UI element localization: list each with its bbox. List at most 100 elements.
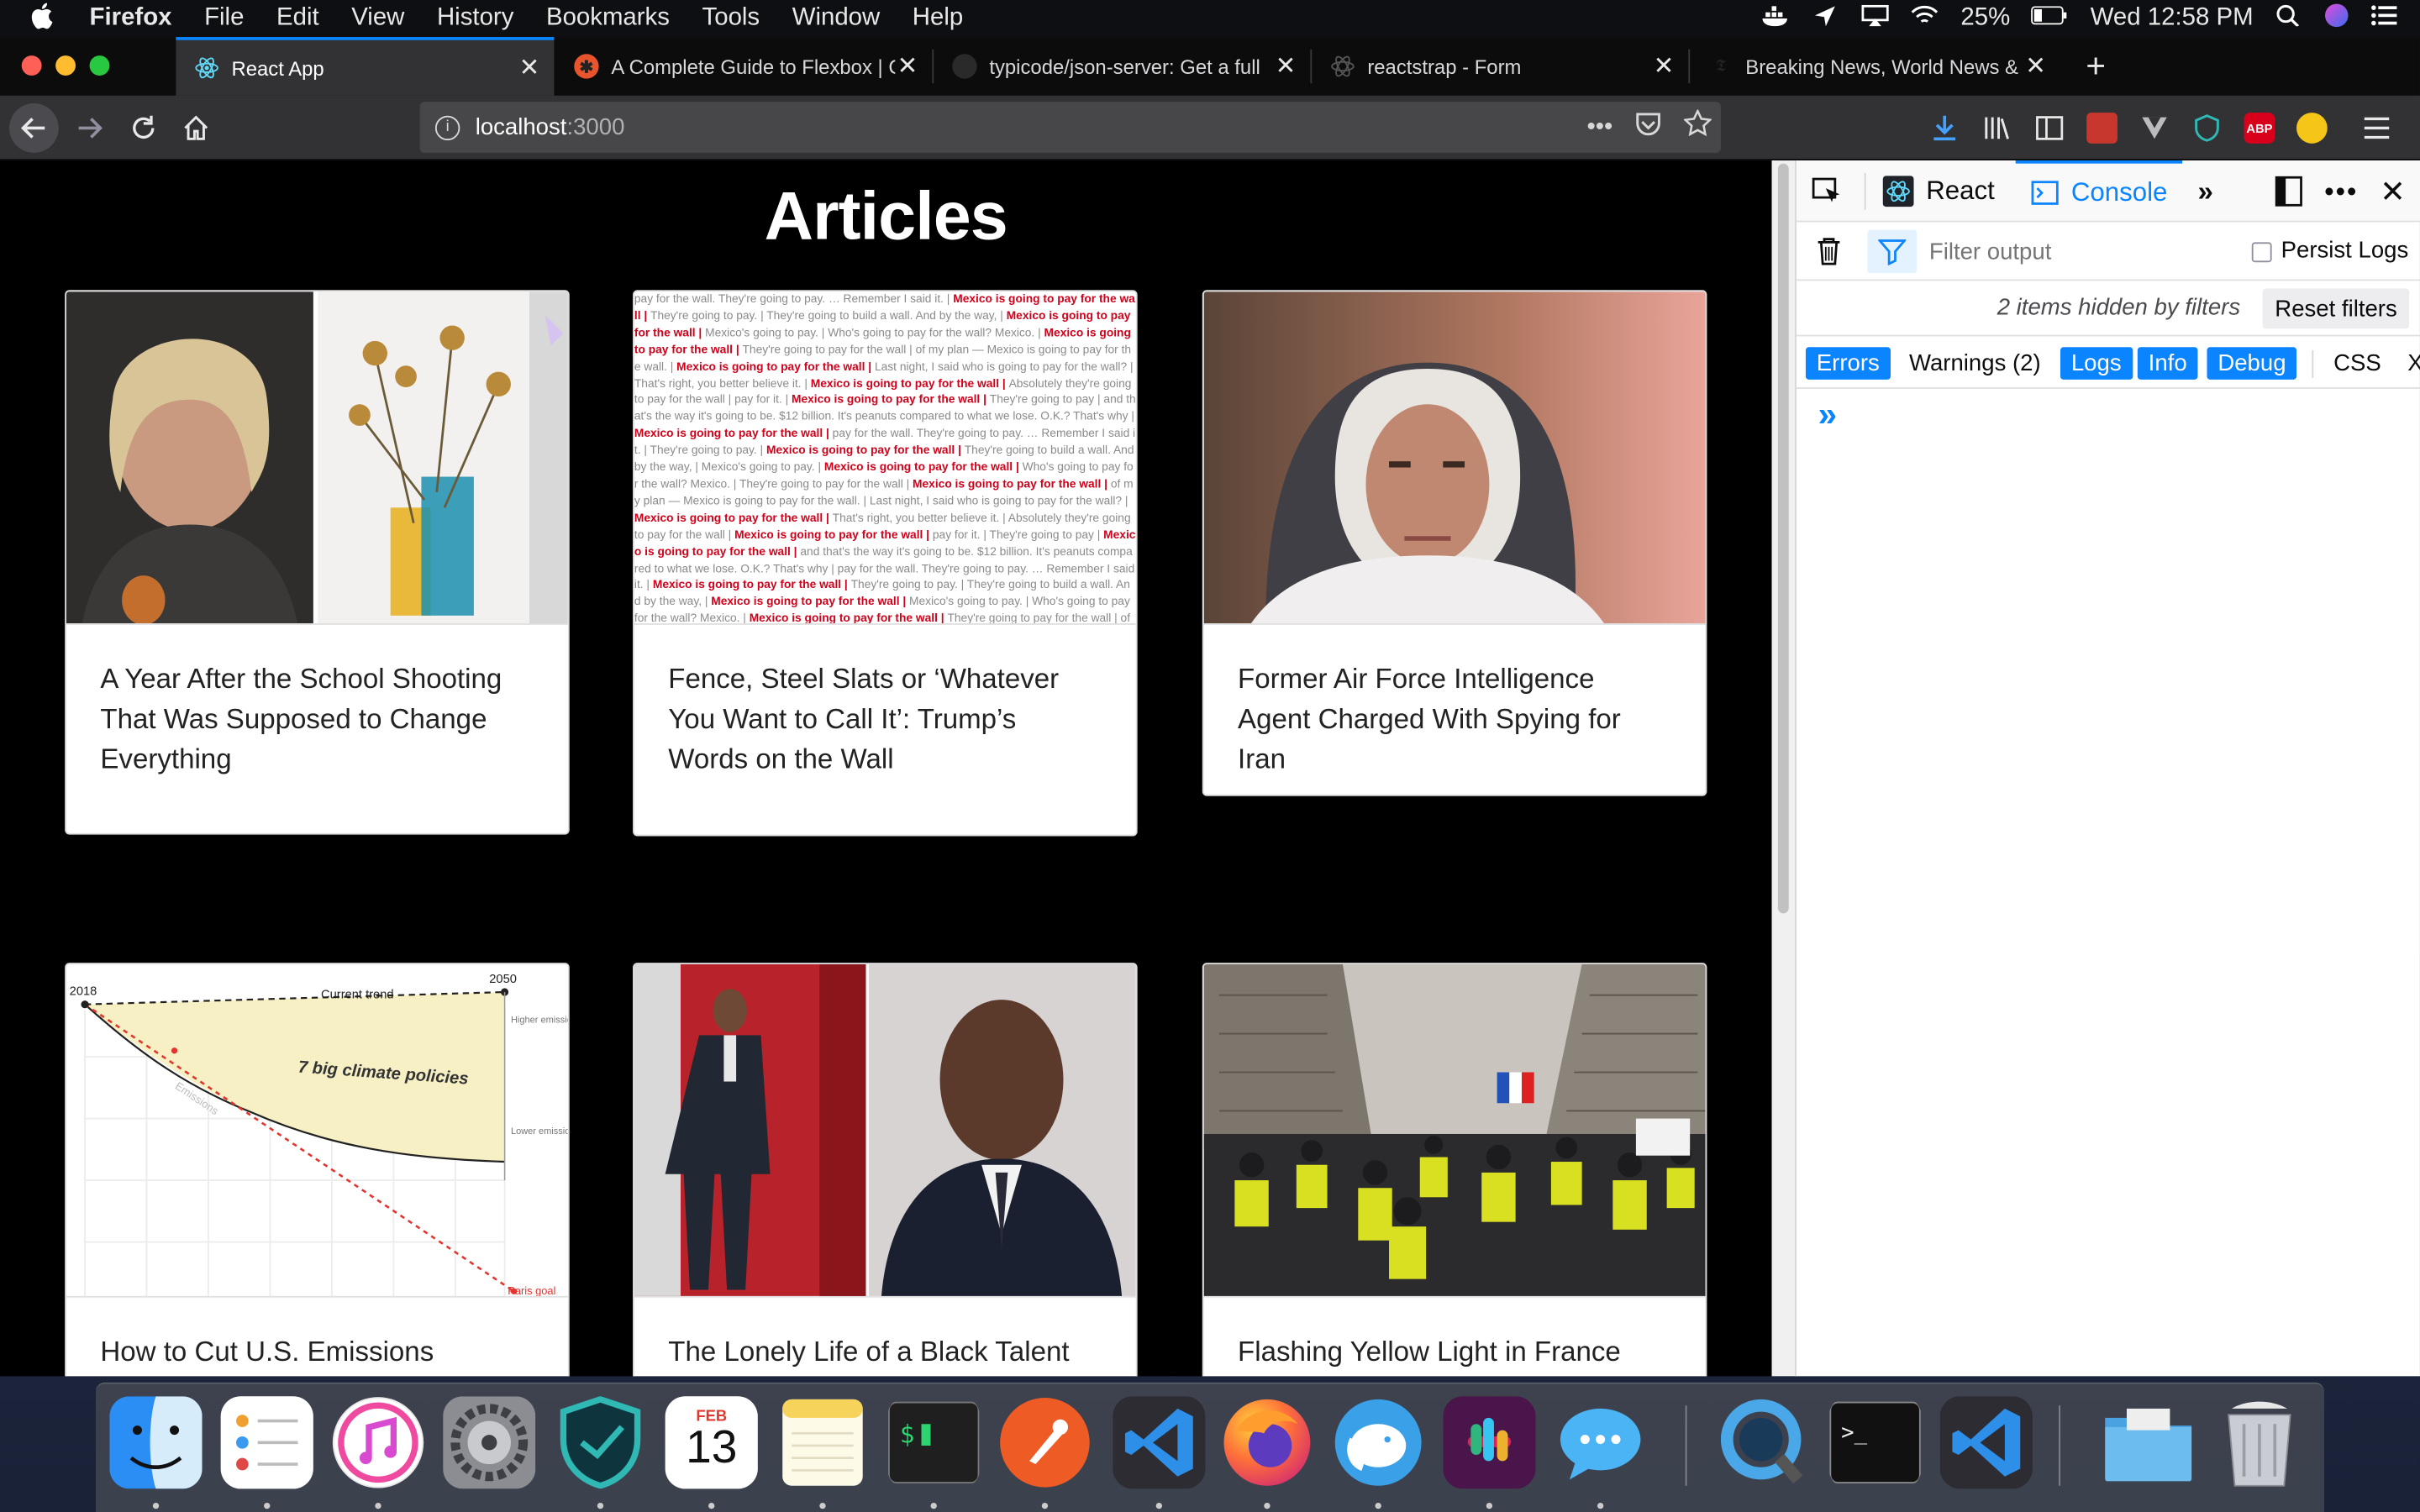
tab-reactstrap-form[interactable]: reactstrap - Form ✕	[1312, 37, 1688, 96]
tab-close-icon[interactable]: ✕	[2023, 51, 2048, 82]
wifi-icon[interactable]	[1912, 4, 1939, 34]
reload-button[interactable]	[118, 103, 168, 153]
clock[interactable]: Wed 12:58 PM	[2091, 5, 2254, 33]
slack-icon[interactable]	[1443, 1396, 1536, 1489]
menu-window[interactable]: Window	[792, 5, 881, 33]
siri-icon[interactable]	[2324, 3, 2349, 35]
dashlane-icon[interactable]	[554, 1396, 646, 1489]
finder-icon[interactable]	[109, 1396, 203, 1489]
clear-console-icon[interactable]	[1815, 236, 1843, 275]
article-title[interactable]: Former Air Force Intelligence Agent Char…	[1204, 659, 1706, 779]
menu-view[interactable]: View	[351, 5, 404, 33]
location-icon[interactable]	[1812, 4, 1840, 34]
article-card[interactable]: A Year After the School Shooting That Wa…	[65, 290, 570, 835]
tableplus-icon[interactable]	[1332, 1396, 1424, 1488]
tab-react-app[interactable]: React App ✕	[176, 37, 555, 96]
persist-logs-checkbox[interactable]	[2251, 242, 2272, 263]
article-card[interactable]: Former Air Force Intelligence Agent Char…	[1202, 290, 1707, 796]
vscode-icon[interactable]	[1113, 1396, 1206, 1489]
window-zoom-button[interactable]	[89, 55, 110, 76]
filter-logs-toggle[interactable]: Logs	[2060, 347, 2133, 380]
persist-logs-label[interactable]: Persist Logs	[2281, 238, 2409, 264]
extension-red-icon[interactable]	[2086, 113, 2118, 144]
filter-output-input[interactable]	[1928, 234, 2223, 269]
article-title[interactable]: How to Cut U.S. Emissions Faster?	[66, 1331, 568, 1376]
home-button[interactable]	[171, 103, 221, 153]
article-title[interactable]: A Year After the School Shooting That Wa…	[66, 659, 568, 779]
itunes-icon[interactable]	[332, 1396, 424, 1488]
window-minimize-button[interactable]	[55, 55, 76, 76]
reset-filters-button[interactable]: Reset filters	[2262, 288, 2410, 329]
docker-icon[interactable]	[1763, 4, 1791, 34]
firefox-icon[interactable]	[1221, 1396, 1313, 1488]
extension-yellow-icon[interactable]	[2296, 113, 2328, 144]
tab-console[interactable]: Console	[2015, 160, 2183, 222]
article-card[interactable]: The Lonely Life of a Black Talent	[633, 963, 1138, 1377]
system-preferences-icon[interactable]	[443, 1396, 536, 1489]
back-button[interactable]	[9, 103, 59, 153]
terminal-icon[interactable]: >_	[1828, 1396, 1921, 1488]
article-card[interactable]: 2018 2050 Current trend 7 big climate po…	[65, 963, 570, 1377]
quicktime-icon[interactable]	[1718, 1396, 1810, 1488]
adblock-plus-icon[interactable]: ABP	[2244, 113, 2275, 144]
page-scrollbar-thumb[interactable]	[1777, 163, 1789, 914]
downloads-icon[interactable]	[1929, 113, 1960, 144]
notification-center-icon[interactable]	[2370, 4, 2398, 34]
menu-app-name[interactable]: Firefox	[90, 5, 172, 33]
postman-icon[interactable]	[998, 1396, 1091, 1488]
article-title[interactable]: Fence, Steel Slats or ‘Whatever You Want…	[634, 659, 1136, 779]
library-icon[interactable]	[1981, 113, 2012, 144]
menu-edit[interactable]: Edit	[276, 5, 319, 33]
article-title[interactable]: The Lonely Life of a Black Talent	[634, 1331, 1136, 1372]
filter-debug-toggle[interactable]: Debug	[2207, 347, 2297, 380]
element-picker-icon[interactable]	[1812, 160, 1845, 222]
site-info-icon[interactable]: i	[434, 114, 460, 140]
menu-help[interactable]: Help	[913, 5, 963, 33]
tab-nytimes[interactable]: 𝕿 Breaking News, World News & M ✕	[1690, 37, 2060, 96]
devtools-menu-icon[interactable]: •••	[2324, 160, 2358, 222]
messages-icon[interactable]	[1555, 1396, 1647, 1488]
calendar-icon[interactable]: FEB 13	[665, 1396, 758, 1489]
tab-close-icon[interactable]: ✕	[1651, 51, 1676, 82]
tab-json-server[interactable]: typicode/json-server: Get a full ✕	[934, 37, 1310, 96]
pocket-icon[interactable]	[1634, 109, 1662, 144]
sidebar-icon[interactable]	[2034, 113, 2065, 144]
window-close-button[interactable]	[21, 55, 42, 76]
reminders-icon[interactable]	[220, 1396, 313, 1489]
article-card[interactable]: pay for the wall. They're going to pay. …	[633, 290, 1138, 837]
filter-xhr-toggle[interactable]: X	[2396, 347, 2420, 380]
dock-side-icon[interactable]	[2275, 160, 2302, 222]
filter-icon[interactable]	[1867, 229, 1918, 274]
bookmark-star-icon[interactable]	[1682, 108, 1712, 144]
menu-file[interactable]: File	[204, 5, 244, 33]
filter-css-toggle[interactable]: CSS	[2323, 347, 2391, 380]
tab-close-icon[interactable]: ✕	[1273, 51, 1297, 82]
dashlane-icon[interactable]	[2191, 113, 2223, 144]
menu-tools[interactable]: Tools	[702, 5, 760, 33]
menu-history[interactable]: History	[437, 5, 513, 33]
filter-warnings-toggle[interactable]: Warnings (2)	[1898, 347, 2051, 380]
vue-devtools-icon[interactable]	[2139, 113, 2170, 144]
vscode-icon[interactable]	[1939, 1396, 2033, 1489]
tab-close-icon[interactable]: ✕	[895, 51, 919, 82]
airplay-icon[interactable]	[1862, 4, 1890, 34]
article-title[interactable]: Flashing Yellow Light in France	[1204, 1331, 1706, 1372]
console-input-prompt[interactable]: »	[1797, 392, 2420, 438]
url-bar[interactable]: i localhost:3000 •••	[419, 102, 1721, 153]
trash-icon[interactable]	[2213, 1396, 2306, 1488]
notes-icon[interactable]	[776, 1396, 869, 1488]
article-card[interactable]: Flashing Yellow Light in France	[1202, 963, 1707, 1377]
new-tab-button[interactable]: +	[2077, 37, 2114, 96]
terminal-icon[interactable]: $	[887, 1396, 980, 1488]
tab-flexbox-guide[interactable]: ✱ A Complete Guide to Flexbox | C ✕	[555, 37, 932, 96]
filter-errors-toggle[interactable]: Errors	[1805, 347, 1891, 380]
hamburger-menu-icon[interactable]	[2361, 113, 2392, 144]
more-tools-chevron-icon[interactable]: »	[2197, 160, 2212, 222]
apple-menu-icon[interactable]	[31, 1, 62, 36]
battery-icon[interactable]	[2031, 5, 2069, 33]
forward-button[interactable]	[65, 103, 114, 153]
devtools-close-icon[interactable]: ✕	[2380, 160, 2406, 222]
downloads-folder-icon[interactable]	[2102, 1396, 2195, 1488]
tab-close-icon[interactable]: ✕	[517, 52, 541, 83]
page-scrollbar[interactable]	[1771, 160, 1796, 1377]
